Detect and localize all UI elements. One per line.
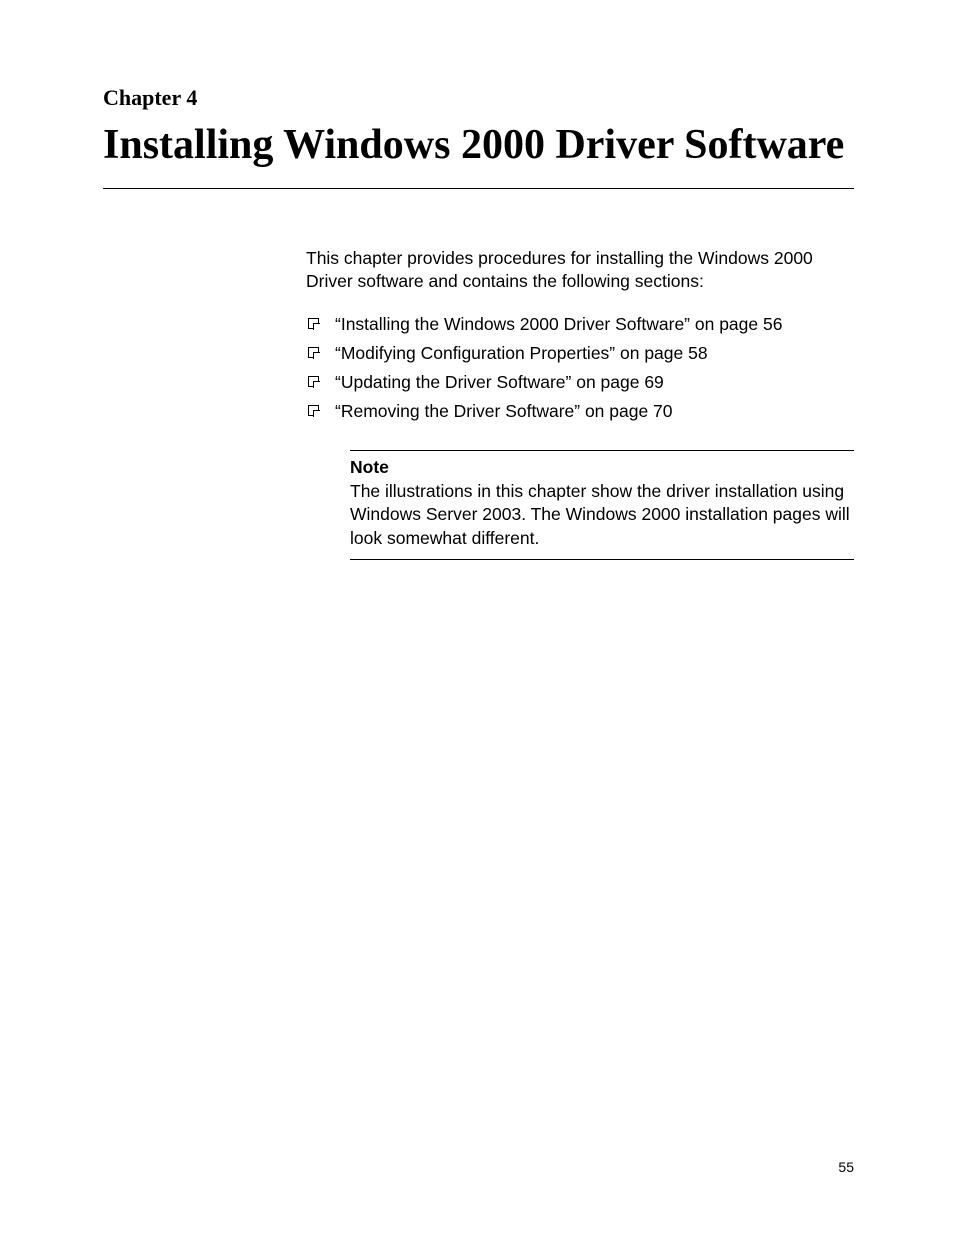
- page-number: 55: [838, 1159, 854, 1175]
- toc-list: “Installing the Windows 2000 Driver Soft…: [306, 314, 854, 422]
- bullet-icon: [308, 347, 319, 358]
- content-area: This chapter provides procedures for ins…: [306, 247, 854, 560]
- toc-item: “Removing the Driver Software” on page 7…: [306, 401, 854, 422]
- note-label: Note: [350, 457, 854, 478]
- note-text: The illustrations in this chapter show t…: [350, 480, 854, 551]
- toc-item: “Modifying Configuration Properties” on …: [306, 343, 854, 364]
- toc-item: “Updating the Driver Software” on page 6…: [306, 372, 854, 393]
- toc-link[interactable]: “Modifying Configuration Properties” on …: [335, 343, 708, 364]
- bullet-icon: [308, 376, 319, 387]
- document-page: Chapter 4 Installing Windows 2000 Driver…: [0, 0, 954, 620]
- intro-paragraph: This chapter provides procedures for ins…: [306, 247, 854, 294]
- chapter-title: Installing Windows 2000 Driver Software: [103, 119, 854, 189]
- toc-link[interactable]: “Removing the Driver Software” on page 7…: [335, 401, 673, 422]
- toc-item: “Installing the Windows 2000 Driver Soft…: [306, 314, 854, 335]
- toc-link[interactable]: “Updating the Driver Software” on page 6…: [335, 372, 664, 393]
- toc-link[interactable]: “Installing the Windows 2000 Driver Soft…: [335, 314, 782, 335]
- note-box: Note The illustrations in this chapter s…: [350, 450, 854, 560]
- bullet-icon: [308, 318, 319, 329]
- chapter-label: Chapter 4: [103, 85, 854, 111]
- bullet-icon: [308, 405, 319, 416]
